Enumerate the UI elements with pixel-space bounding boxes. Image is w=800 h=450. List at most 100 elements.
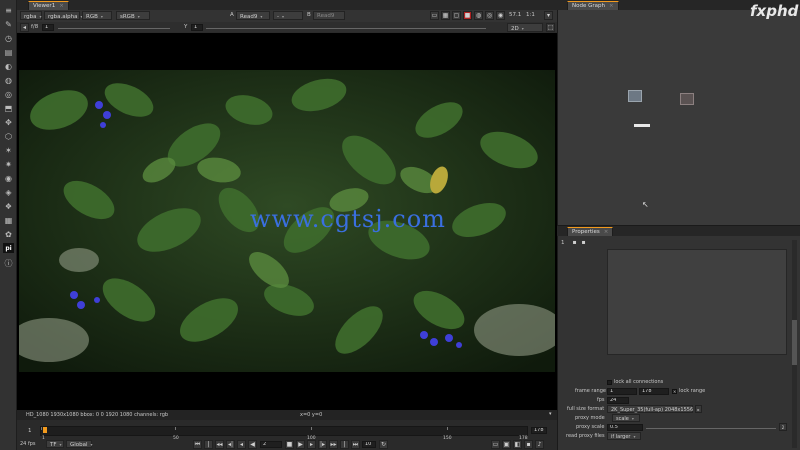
filter-icon[interactable]: ◍ bbox=[3, 75, 14, 85]
animation-menu-icon[interactable]: 2 bbox=[779, 423, 787, 431]
full-size-format-value: 2K_Super_35(full-ap) 2048x1556 bbox=[611, 407, 694, 413]
properties-scrollbar[interactable] bbox=[792, 240, 797, 448]
fps-label[interactable]: 24 fps bbox=[20, 441, 36, 447]
next-keyframe-icon[interactable]: ▸▸ bbox=[329, 440, 338, 449]
full-size-format-dropdown[interactable]: 2K_Super_35(full-ap) 2048x1556▾ bbox=[607, 405, 698, 413]
views-icon[interactable]: ◉ bbox=[3, 173, 14, 183]
playhead[interactable] bbox=[43, 427, 47, 433]
proxy-res-dropdown[interactable]: 2D ▾ bbox=[507, 23, 543, 32]
frame-field[interactable]: 2 bbox=[260, 441, 282, 448]
transform-icon[interactable]: ✥ bbox=[3, 117, 14, 127]
gain-slider[interactable] bbox=[58, 28, 170, 29]
color-icon[interactable]: ◐ bbox=[3, 61, 14, 71]
compare-mode-dropdown[interactable]: - ▾ bbox=[273, 11, 303, 20]
channels-dropdown[interactable]: rgba ▾ bbox=[20, 11, 42, 20]
lock-range-checkbox[interactable]: × bbox=[672, 389, 677, 394]
tab-viewer1[interactable]: Viewer1 × bbox=[28, 1, 69, 10]
gain-field[interactable]: 1 bbox=[42, 24, 54, 31]
merge-icon[interactable]: ⬒ bbox=[3, 103, 14, 113]
close-icon[interactable]: × bbox=[609, 3, 614, 9]
metadata-icon[interactable]: ◈ bbox=[3, 187, 14, 197]
prev-keyframe-icon[interactable]: ◂◂ bbox=[215, 440, 224, 449]
keyer-icon[interactable]: ◎ bbox=[3, 89, 14, 99]
status-menu-icon[interactable]: ▾ bbox=[549, 411, 552, 417]
roi-icon[interactable]: ▭ bbox=[430, 11, 439, 20]
cache-bar-icon[interactable]: ◧ bbox=[513, 440, 522, 449]
gamma-slider[interactable] bbox=[206, 28, 486, 29]
refresh-icon[interactable]: ◉ bbox=[496, 11, 505, 20]
properties-count[interactable]: 1 bbox=[561, 240, 565, 246]
viewer-menu-icon[interactable]: ▾ bbox=[544, 11, 553, 20]
timeline-track[interactable] bbox=[40, 426, 528, 436]
stop-icon[interactable]: ■ bbox=[285, 440, 294, 449]
frame-back-icon[interactable]: ◂ bbox=[20, 23, 29, 32]
info-icon[interactable]: ⓘ bbox=[3, 258, 14, 268]
lock-icon[interactable]: ▪ bbox=[524, 440, 533, 449]
pi-plugin-icon[interactable]: pi bbox=[3, 243, 14, 253]
channel-icon[interactable]: ▤ bbox=[3, 47, 14, 57]
fps-field[interactable]: 24 bbox=[607, 397, 629, 404]
proxy-icon[interactable]: ◎ bbox=[485, 11, 494, 20]
node-graph-panel[interactable] bbox=[557, 0, 800, 225]
lock-all-checkbox[interactable] bbox=[607, 380, 612, 385]
furnace-icon[interactable]: ✿ bbox=[3, 229, 14, 239]
time-icon[interactable]: ◷ bbox=[3, 33, 14, 43]
toolsets-icon[interactable]: ❖ bbox=[3, 201, 14, 211]
close-icon[interactable]: × bbox=[604, 229, 609, 235]
3d-icon[interactable]: ⬡ bbox=[3, 131, 14, 141]
tf-dropdown[interactable]: TF ▾ bbox=[46, 440, 64, 448]
cache-icon[interactable]: ◍ bbox=[474, 11, 483, 20]
flipbook-icon[interactable]: ▣ bbox=[502, 440, 511, 449]
grid-icon[interactable]: ▦ bbox=[441, 11, 450, 20]
viewer-controls-row2 bbox=[17, 22, 557, 32]
alpha-channel-dropdown[interactable]: rgba.alpha▾ bbox=[44, 11, 83, 20]
play-backward-icon[interactable]: ◀ bbox=[248, 440, 257, 449]
scrollbar-thumb[interactable] bbox=[792, 320, 797, 365]
read-node-2[interactable] bbox=[680, 93, 694, 105]
gamma-label: Y bbox=[184, 24, 188, 30]
format-options-icon[interactable]: ▸ bbox=[695, 405, 702, 413]
particles-icon[interactable]: ✶ bbox=[3, 145, 14, 155]
expand-icon[interactable]: ⬚ bbox=[546, 23, 555, 32]
prev-increment-icon[interactable]: ◂| bbox=[226, 440, 235, 449]
tab-node-graph[interactable]: Node Graph × bbox=[567, 1, 619, 10]
end-frame-field[interactable]: 178 bbox=[531, 427, 547, 434]
proxy-scale-field[interactable]: 0.5 bbox=[607, 424, 643, 431]
prev-frame-icon[interactable]: ◂ bbox=[237, 440, 246, 449]
other-icon[interactable]: ▦ bbox=[3, 215, 14, 225]
menu-icon[interactable]: ≡ bbox=[3, 5, 14, 15]
audio-icon[interactable]: ♪ bbox=[535, 440, 544, 449]
input-a-dropdown[interactable]: Read9 ▾ bbox=[236, 11, 270, 20]
global-dropdown[interactable]: Global ▾ bbox=[66, 440, 93, 448]
frame-range-start-field[interactable]: 1 bbox=[607, 388, 637, 395]
tab-properties[interactable]: Properties × bbox=[567, 227, 614, 236]
lut-dropdown[interactable]: sRGB ▾ bbox=[116, 11, 150, 20]
frame-range-end-field[interactable]: 178 bbox=[639, 388, 669, 395]
properties-clear-icon[interactable]: ▪ bbox=[579, 239, 588, 248]
overlay-icon[interactable]: ▢ bbox=[452, 11, 461, 20]
gamma-field[interactable]: 1 bbox=[191, 24, 203, 31]
input-b-dropdown[interactable]: Read9 bbox=[313, 11, 345, 20]
last-frame-icon[interactable]: | bbox=[340, 440, 349, 449]
viewer-node[interactable] bbox=[634, 124, 650, 127]
skip-start-icon[interactable]: ⏮ bbox=[193, 440, 202, 449]
deep-icon[interactable]: ✷ bbox=[3, 159, 14, 169]
skip-end-icon[interactable]: ⏭ bbox=[351, 440, 360, 449]
play-forward-icon[interactable]: ▶ bbox=[296, 440, 305, 449]
zoom-value[interactable]: 1:1 bbox=[526, 12, 535, 18]
loop-icon[interactable]: ↻ bbox=[379, 440, 388, 449]
read-proxy-files-dropdown[interactable]: if larger ▾ bbox=[607, 432, 641, 440]
close-icon[interactable]: × bbox=[59, 3, 64, 9]
display-colorspace-dropdown[interactable]: RGB ▾ bbox=[82, 11, 112, 20]
proxy-scale-slider[interactable] bbox=[646, 428, 776, 429]
read-node[interactable] bbox=[628, 90, 642, 102]
properties-lock-icon[interactable]: ▪ bbox=[570, 239, 579, 248]
first-frame-icon[interactable]: | bbox=[204, 440, 213, 449]
draw-icon[interactable]: ✎ bbox=[3, 19, 14, 29]
proxy-mode-dropdown[interactable]: scale ▾ bbox=[612, 414, 640, 422]
increment-field[interactable]: 10 bbox=[362, 441, 376, 448]
pause-icon[interactable]: ■ bbox=[463, 11, 472, 20]
next-increment-icon[interactable]: |▸ bbox=[318, 440, 327, 449]
monitor-icon[interactable]: ▭ bbox=[491, 440, 500, 449]
next-frame-icon[interactable]: ▸ bbox=[307, 440, 316, 449]
